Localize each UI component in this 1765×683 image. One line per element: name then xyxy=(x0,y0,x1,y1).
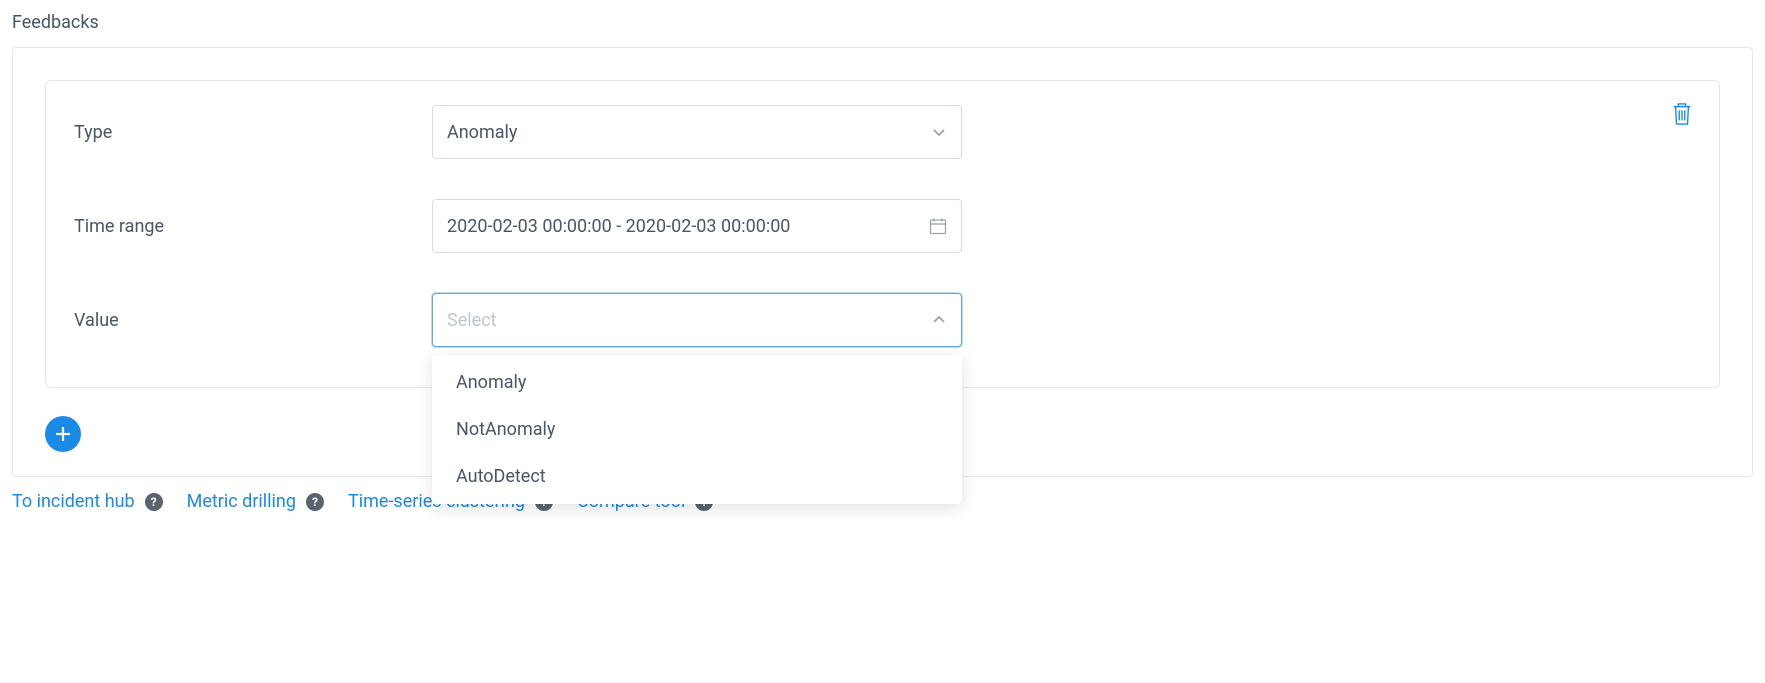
value-select-placeholder: Select xyxy=(447,310,496,331)
value-label: Value xyxy=(74,310,432,331)
calendar-icon xyxy=(929,217,947,235)
help-icon[interactable]: ? xyxy=(306,493,324,511)
delete-button[interactable] xyxy=(1669,99,1695,129)
timerange-value: 2020-02-03 00:00:00 - 2020-02-03 00:00:0… xyxy=(447,216,790,237)
feedbacks-panel: Type Anomaly Time range 2020-02-03 00:00… xyxy=(12,47,1753,477)
chevron-down-icon xyxy=(931,124,947,140)
link-metric-drilling[interactable]: Metric drilling xyxy=(187,491,296,512)
value-option-autodetect[interactable]: AutoDetect xyxy=(432,453,962,500)
timerange-row: Time range 2020-02-03 00:00:00 - 2020-02… xyxy=(74,199,1691,253)
value-option-notanomaly[interactable]: NotAnomaly xyxy=(432,406,962,453)
plus-icon xyxy=(53,424,73,444)
trash-icon xyxy=(1671,101,1693,127)
timerange-input[interactable]: 2020-02-03 00:00:00 - 2020-02-03 00:00:0… xyxy=(432,199,962,253)
value-row: Value Select Anomaly NotAnomaly AutoDete… xyxy=(74,293,1691,347)
type-select[interactable]: Anomaly xyxy=(432,105,962,159)
section-title: Feedbacks xyxy=(12,12,1753,33)
type-select-value: Anomaly xyxy=(447,122,517,143)
feedback-card: Type Anomaly Time range 2020-02-03 00:00… xyxy=(45,80,1720,388)
value-control: Select Anomaly NotAnomaly AutoDetect xyxy=(432,293,962,347)
timerange-label: Time range xyxy=(74,216,432,237)
type-control: Anomaly xyxy=(432,105,962,159)
link-incident-hub[interactable]: To incident hub xyxy=(12,491,135,512)
chevron-up-icon xyxy=(931,312,947,328)
add-button[interactable] xyxy=(45,416,81,452)
type-label: Type xyxy=(74,122,432,143)
help-icon[interactable]: ? xyxy=(145,493,163,511)
value-option-anomaly[interactable]: Anomaly xyxy=(432,359,962,406)
value-dropdown: Anomaly NotAnomaly AutoDetect xyxy=(432,355,962,504)
timerange-control: 2020-02-03 00:00:00 - 2020-02-03 00:00:0… xyxy=(432,199,962,253)
value-select[interactable]: Select xyxy=(432,293,962,347)
type-row: Type Anomaly xyxy=(74,105,1691,159)
